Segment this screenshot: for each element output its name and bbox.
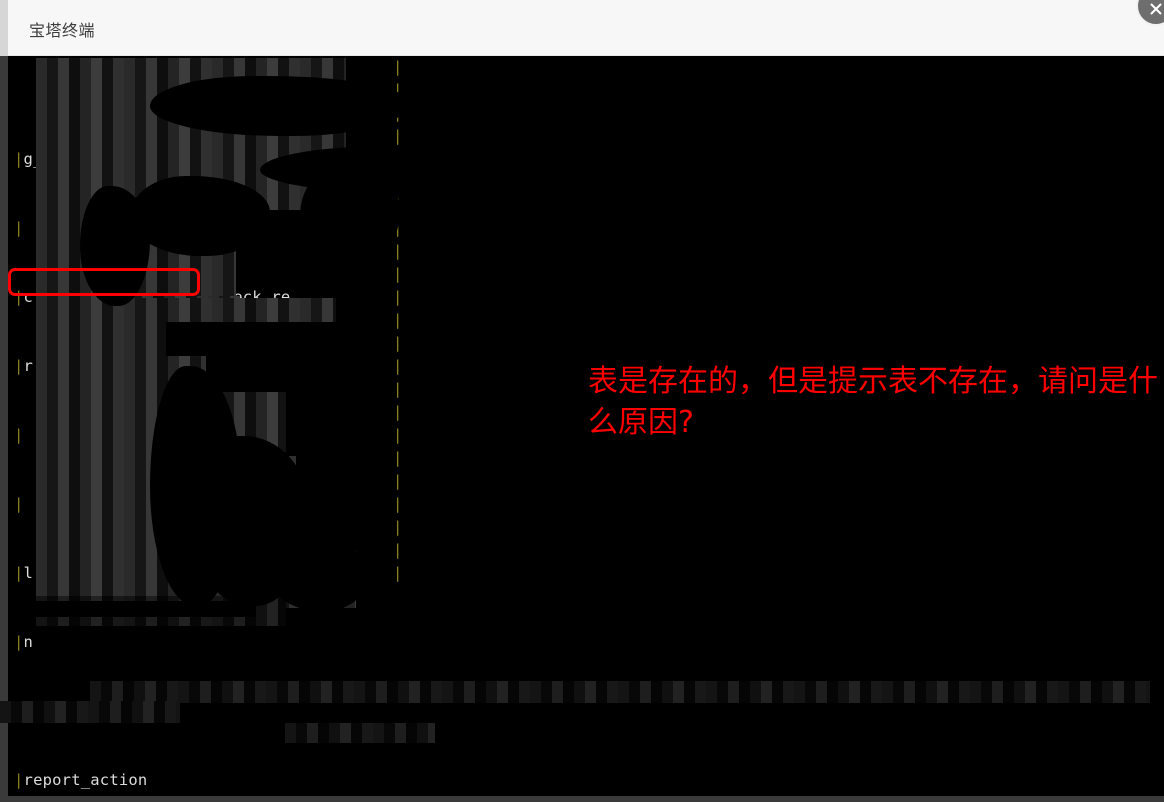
table-row-report-action: |report_action xyxy=(14,771,148,789)
table-row: |g_admi egory xyxy=(14,150,300,168)
table-row: |l onlog xyxy=(14,564,138,582)
table-right-border: | | | | | | | | | | | | | | | | | | | | … xyxy=(393,58,403,582)
red-annotation-text: 表是存在的，但是提示表不存在，请问是什么原因? xyxy=(588,364,1158,440)
terminal-left-edge xyxy=(0,56,8,802)
titlebar-left-edge xyxy=(0,0,8,56)
table-row: |c tent_check_re xyxy=(14,288,291,306)
table-row: | xyxy=(14,495,24,513)
table-row: |n xyxy=(14,633,34,651)
window-title: 宝塔终端 xyxy=(29,21,96,40)
table-row: |nuuc role xyxy=(14,702,110,720)
window-titlebar: 宝塔终端 xyxy=(0,0,1164,56)
terminal-pane[interactable]: |g_admi egory | |c tent_check_re |r | d … xyxy=(0,56,1164,802)
table-row: | xyxy=(14,219,24,237)
baota-terminal-window: 宝塔终端 |g_admi egory | |c tent_check_re |r… xyxy=(0,0,1164,802)
